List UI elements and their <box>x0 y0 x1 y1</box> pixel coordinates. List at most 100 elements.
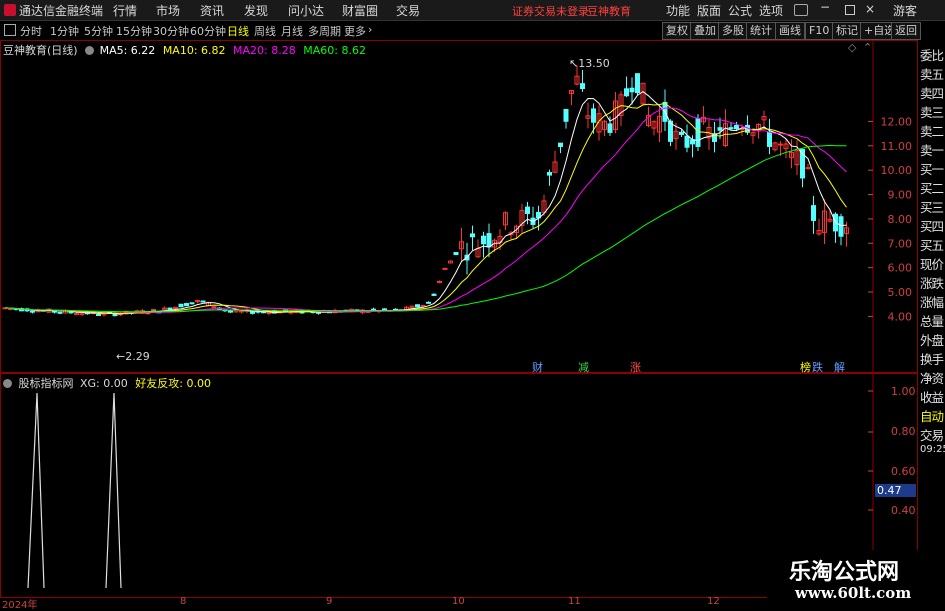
sidebar-item: 卖一 <box>920 143 944 158</box>
tab-monthly[interactable]: 月线 <box>281 23 303 39</box>
candle <box>250 311 255 314</box>
candle <box>684 135 690 148</box>
indicator-tick: 1.00 <box>891 385 916 398</box>
sidebar-item: 卖四 <box>920 86 944 101</box>
candle <box>211 306 217 309</box>
sidebar-item: 换手 <box>920 352 944 367</box>
sidebar-item: 买四 <box>920 219 944 234</box>
candle <box>453 252 459 256</box>
menu-trade[interactable]: 交易 <box>396 2 420 19</box>
price-tick-label: 10.00 <box>881 164 913 177</box>
tab-daily[interactable]: 日线 <box>227 23 249 39</box>
menu-market[interactable]: 市场 <box>156 2 180 19</box>
candle <box>580 83 585 90</box>
menu-options[interactable]: 选项 <box>759 2 783 19</box>
candle <box>74 313 79 316</box>
tab-1min[interactable]: 1分钟 <box>50 23 79 39</box>
candle <box>695 118 701 147</box>
sidebar-item: 买一 <box>920 162 944 177</box>
sidebar-item: 外盘 <box>920 333 944 348</box>
menu-layout[interactable]: 版面 <box>697 2 721 19</box>
quote-sidebar: 委比 卖五 卖四 卖三 卖二 卖一 买一 买二 买三 买四 买五 现价 涨跌 涨幅 总量 外盘 换手 净资 收益 自动… <box>917 40 945 609</box>
user-guest[interactable]: 游客 <box>893 2 917 19</box>
menu-function[interactable]: 功能 <box>666 2 690 19</box>
signal-spike-2 <box>105 392 122 589</box>
menu-news[interactable]: 资讯 <box>200 2 224 19</box>
sidebar-item: 09:25 <box>920 444 945 455</box>
candle <box>239 310 244 313</box>
candle <box>52 310 57 313</box>
candle <box>167 307 173 311</box>
statistics-button[interactable]: 统计 <box>746 22 776 40</box>
tab-timeshare[interactable]: 分时 <box>20 23 42 39</box>
trade-login-notice[interactable]: 证券交易未登录 <box>512 3 589 19</box>
sidebar-item: 涨跌 <box>920 276 944 291</box>
multi-stock-button[interactable]: 多股 <box>718 22 748 40</box>
candle <box>96 314 101 317</box>
app-title: 通达信金融终端 <box>19 4 104 18</box>
close-icon[interactable]: × <box>865 2 875 16</box>
sidebar-item: 买二 <box>920 181 944 196</box>
candle <box>481 235 486 245</box>
message-icon[interactable] <box>794 4 808 16</box>
overlay-button[interactable]: 叠加 <box>690 22 720 40</box>
sidebar-item: 收益 <box>920 390 944 405</box>
indicator-tick: 0.80 <box>891 425 916 438</box>
candle <box>805 167 811 170</box>
price-tick-label: 12.00 <box>881 115 913 128</box>
candle <box>728 127 734 130</box>
minimize-icon[interactable]: − <box>820 0 830 14</box>
price-tick-label: 4.00 <box>888 310 913 323</box>
candle <box>679 131 684 135</box>
candle <box>767 131 772 147</box>
tab-5min[interactable]: 5分钟 <box>84 23 113 39</box>
panel-toggle-icon[interactable] <box>4 24 16 36</box>
f10-button[interactable]: F10 <box>805 22 834 40</box>
back-button[interactable]: 返回 <box>891 22 921 40</box>
menu-ask[interactable]: 问小达 <box>288 2 324 19</box>
candle <box>563 108 569 122</box>
mark-button[interactable]: 标记 <box>832 22 862 40</box>
sidebar-item[interactable]: 自动 <box>920 406 944 425</box>
candles-group <box>2 65 849 317</box>
tab-15min[interactable]: 15分钟 <box>116 23 152 39</box>
tab-30min[interactable]: 30分钟 <box>153 23 189 39</box>
watermark-url: www.60lt.com <box>795 584 912 602</box>
candle <box>189 302 195 305</box>
signal-spike-1 <box>27 392 45 589</box>
tab-more[interactable]: 更多 <box>344 23 366 39</box>
candle <box>778 143 783 146</box>
menu-bar: 通达信金融终端 行情 市场 资讯 发现 问小达 财富圈 交易 证券交易未登录 豆… <box>0 0 945 21</box>
candlestick-chart[interactable]: 12.00 11.00 10.00 9.00 8.00 7.00 6.00 5.00 4.00 <box>0 40 918 373</box>
sidebar-item: 总量 <box>920 314 944 329</box>
candle <box>415 304 420 308</box>
candle <box>200 300 206 303</box>
price-tick-label: 5.00 <box>888 286 913 299</box>
candle <box>690 139 695 145</box>
candle <box>734 124 739 130</box>
menu-formula[interactable]: 公式 <box>728 2 752 19</box>
restore-rights-button[interactable]: 复权 <box>662 22 692 40</box>
sidebar-item: 卖二 <box>920 124 944 139</box>
sidebar-item: 卖三 <box>920 105 944 120</box>
candle <box>57 311 63 314</box>
tab-60min[interactable]: 60分钟 <box>190 23 226 39</box>
draw-line-button[interactable]: 画线 <box>775 22 805 40</box>
maximize-icon[interactable] <box>845 5 855 15</box>
menu-wealth[interactable]: 财富圈 <box>342 2 378 19</box>
date-label: 12 <box>707 596 720 607</box>
tab-multi-period[interactable]: 多周期 <box>308 23 341 39</box>
candle <box>442 267 448 270</box>
indicator-tick: 0.40 <box>891 504 916 517</box>
candle <box>431 293 437 296</box>
more-chevron-icon[interactable]: › <box>368 23 372 36</box>
candle <box>558 142 563 147</box>
period-bar: 分时 1分钟 5分钟 15分钟 30分钟 60分钟 日线 周线 月线 多周期 更… <box>0 21 945 41</box>
sidebar-item: 委比 <box>920 48 944 63</box>
sidebar-item[interactable]: 交易 <box>920 425 944 444</box>
menu-quotes[interactable]: 行情 <box>113 2 137 19</box>
candle <box>184 303 189 307</box>
tab-weekly[interactable]: 周线 <box>254 23 276 39</box>
menu-discover[interactable]: 发现 <box>244 2 268 19</box>
date-label: 9 <box>326 596 333 607</box>
